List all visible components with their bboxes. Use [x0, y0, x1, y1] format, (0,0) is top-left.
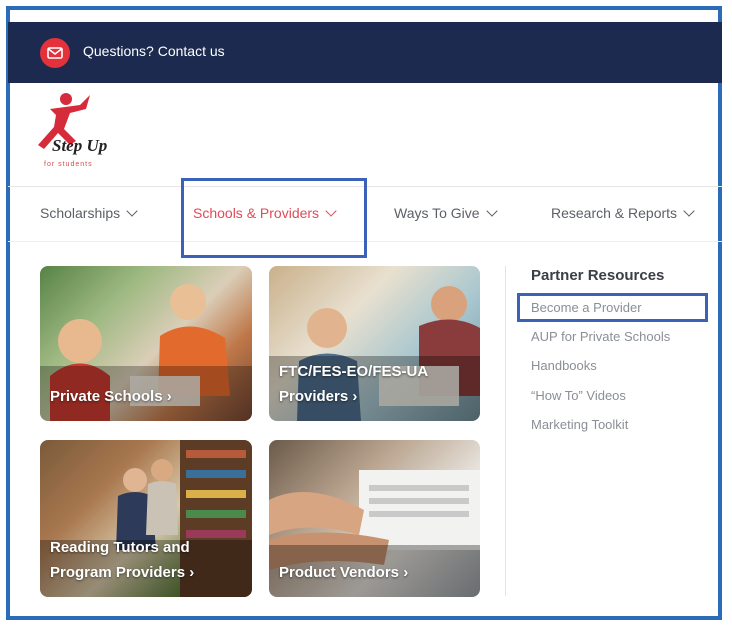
- link-marketing-toolkit[interactable]: Marketing Toolkit: [531, 417, 628, 432]
- card-private-schools[interactable]: Private Schools ›: [40, 266, 252, 421]
- nav-item-label: Research & Reports: [551, 205, 678, 221]
- logo-wordmark: Step Up: [52, 136, 107, 155]
- nav-item-label: Scholarships: [40, 205, 121, 221]
- nav-item-ways-to-give[interactable]: Ways To Give: [394, 205, 498, 221]
- link-how-to-videos[interactable]: “How To” Videos: [531, 388, 626, 403]
- mail-icon[interactable]: [40, 38, 70, 68]
- card-label: FTC/FES-EO/FES-UA Providers ›: [279, 359, 428, 409]
- nav-item-label: Ways To Give: [394, 205, 480, 221]
- highlight-box-become-provider: [517, 293, 708, 322]
- card-product-vendors[interactable]: Product Vendors ›: [269, 440, 480, 597]
- step-up-logo[interactable]: Step Up for students: [30, 91, 130, 175]
- chevron-down-icon: [485, 205, 498, 217]
- card-label-line2: Program Providers ›: [50, 564, 195, 581]
- card-label-line1: Reading Tutors and: [50, 539, 190, 556]
- nav-item-research-reports[interactable]: Research & Reports: [551, 205, 695, 221]
- logo-subtext: for students: [44, 161, 93, 168]
- menu-column-divider: [505, 266, 506, 596]
- card-label-line2: Providers ›: [279, 388, 358, 405]
- highlight-box-nav: [181, 178, 367, 258]
- card-label: Product Vendors ›: [279, 564, 409, 581]
- contact-link[interactable]: Questions? Contact us: [83, 43, 225, 59]
- card-ftc-fes-providers[interactable]: FTC/FES-EO/FES-UA Providers ›: [269, 266, 480, 421]
- partner-resources-title: Partner Resources: [531, 267, 665, 284]
- link-aup-private-schools[interactable]: AUP for Private Schools: [531, 329, 670, 344]
- top-bar: Questions? Contact us: [8, 22, 722, 83]
- link-handbooks[interactable]: Handbooks: [531, 358, 597, 373]
- chevron-down-icon: [126, 205, 138, 217]
- nav-item-scholarships[interactable]: Scholarships: [40, 205, 138, 221]
- chevron-down-icon: [683, 205, 695, 217]
- card-label: Reading Tutors and Program Providers ›: [50, 535, 194, 585]
- card-label: Private Schools ›: [50, 388, 172, 405]
- card-label-line1: FTC/FES-EO/FES-UA: [279, 363, 429, 380]
- card-reading-tutors[interactable]: Reading Tutors and Program Providers ›: [40, 440, 252, 597]
